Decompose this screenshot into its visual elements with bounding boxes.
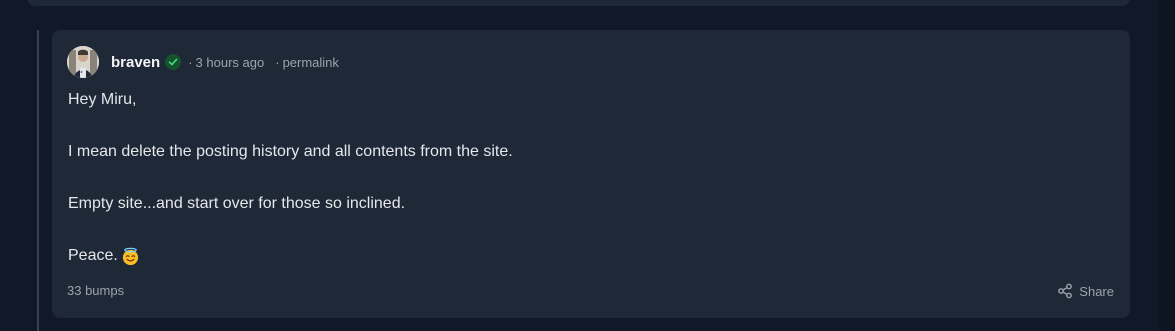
- page-scroll-gutter: [1158, 0, 1175, 331]
- meta-separator: ·: [275, 54, 280, 70]
- thread-line[interactable]: [37, 30, 39, 331]
- comment-paragraph: Empty site...and start over for those so…: [68, 195, 406, 212]
- timestamp: 3 hours ago: [195, 54, 265, 70]
- bumps-count[interactable]: 33 bumps: [67, 283, 124, 298]
- previous-comment-card: [27, 0, 1130, 6]
- page: braven · 3 hours ago · permalink Hey Mir…: [0, 0, 1175, 331]
- smiling-face-with-halo-icon: [122, 247, 138, 265]
- share-icon: [1058, 283, 1073, 299]
- comment-paragraph-text: Peace.: [68, 247, 118, 264]
- comment-paragraph: Hey Miru,: [68, 91, 137, 108]
- comment-card: braven · 3 hours ago · permalink Hey Mir…: [52, 30, 1130, 318]
- share-label: Share: [1079, 283, 1114, 299]
- permalink-link[interactable]: permalink: [283, 55, 339, 70]
- meta-separator: ·: [188, 54, 193, 70]
- share-button[interactable]: Share: [1057, 283, 1114, 299]
- comment-header: braven · 3 hours ago · permalink: [67, 46, 339, 78]
- checkmark-icon: [168, 58, 178, 66]
- avatar[interactable]: [67, 46, 99, 78]
- author-name[interactable]: braven: [111, 54, 160, 71]
- comment-body: Hey Miru, I mean delete the posting hist…: [68, 88, 1108, 268]
- comment-paragraph: I mean delete the posting history and al…: [68, 143, 513, 160]
- avatar-image: [67, 46, 99, 78]
- comment-paragraph-last: Peace.: [68, 244, 1108, 268]
- verified-badge-icon: [165, 54, 182, 70]
